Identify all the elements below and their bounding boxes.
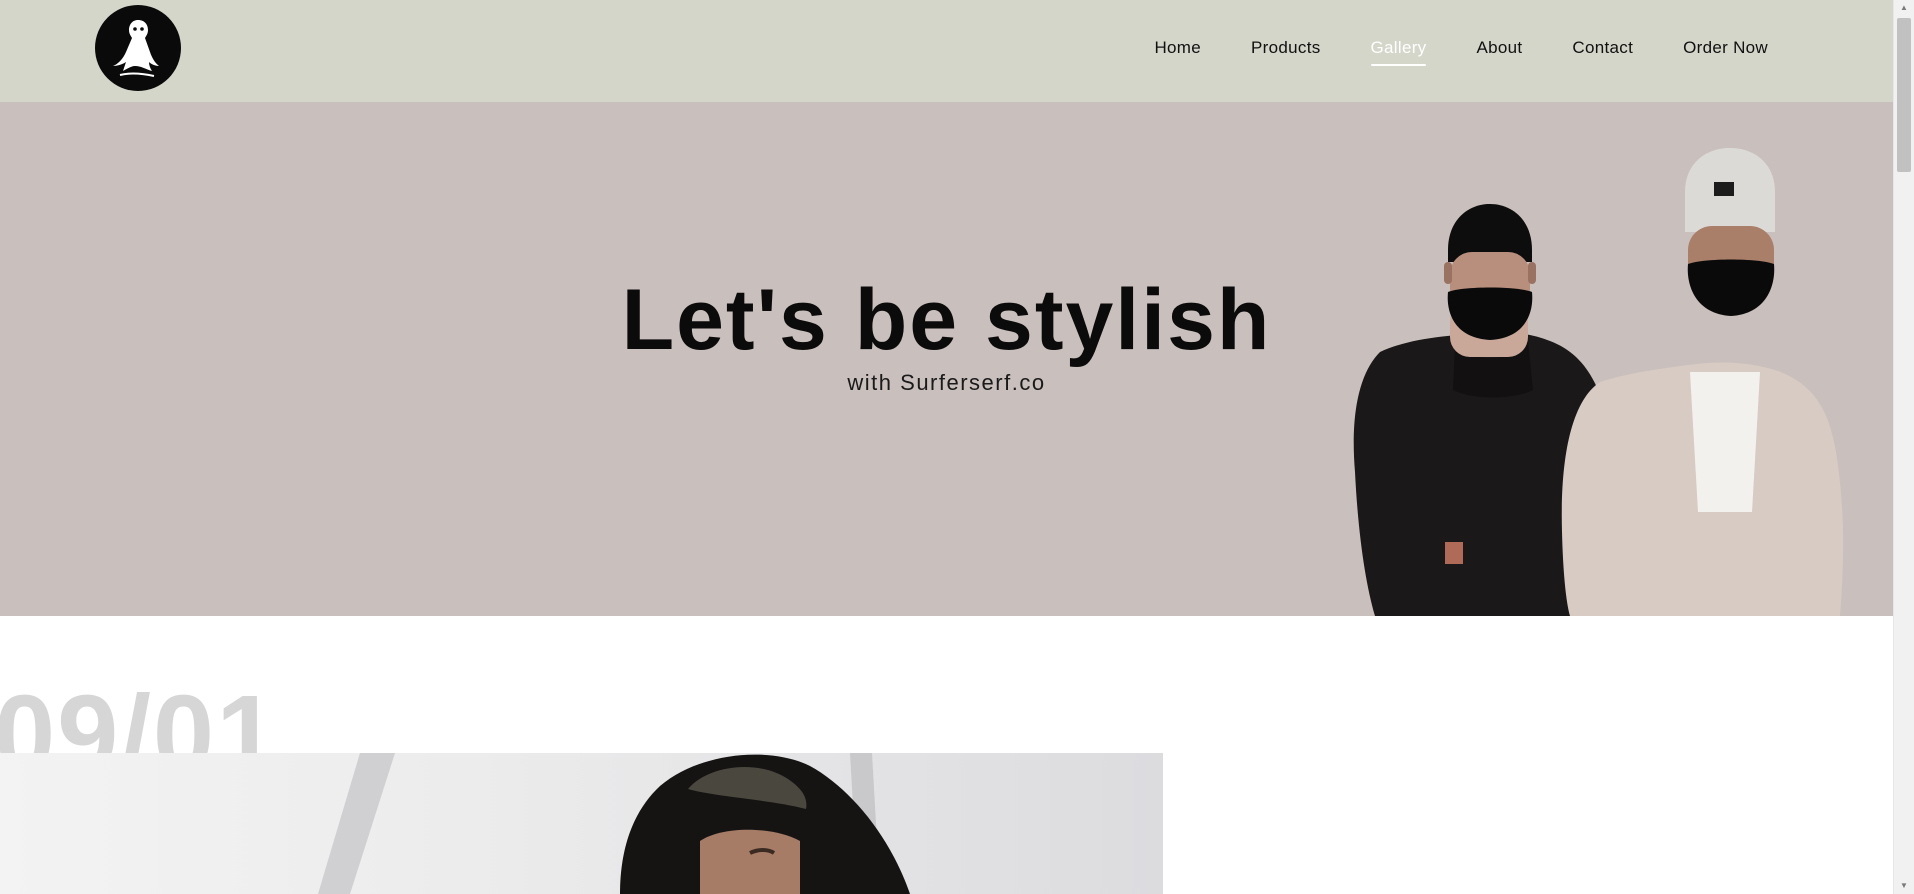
vertical-scrollbar[interactable]: ▲ ▼ [1893,0,1914,894]
nav-products[interactable]: Products [1251,36,1321,60]
brand-logo[interactable] [95,5,181,91]
nav-order-now[interactable]: Order Now [1683,36,1768,60]
ghost-logo-icon [113,20,159,77]
navbar: Home Products Gallery About Contact Orde… [0,0,1893,102]
main-nav: Home Products Gallery About Contact Orde… [1104,36,1768,66]
hero-section: Let's be stylish with Surferserf.co [0,102,1893,616]
gallery-photo[interactable] [0,753,1163,894]
nav-contact[interactable]: Contact [1572,36,1633,60]
hero-models-photo [1353,148,1844,616]
nav-gallery[interactable]: Gallery [1370,36,1427,66]
gallery-hat-photo [318,753,910,894]
scrollbar-thumb[interactable] [1897,18,1911,172]
nav-about[interactable]: About [1476,36,1522,60]
scroll-down-arrow-icon[interactable]: ▼ [1894,878,1914,894]
scroll-up-arrow-icon[interactable]: ▲ [1894,0,1914,16]
nav-home[interactable]: Home [1154,36,1201,60]
page: Home Products Gallery About Contact Orde… [0,0,1893,894]
person-beige-jacket [1561,148,1844,616]
